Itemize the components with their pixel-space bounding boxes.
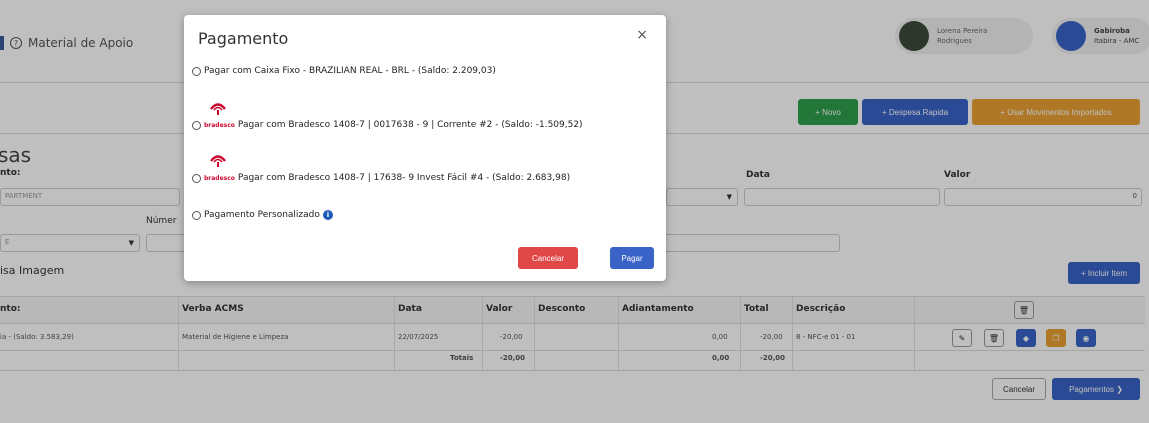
- option-label: Pagar com Bradesco 1408-7 | 0017638 - 9 …: [237, 120, 583, 130]
- modal-cancelar-button[interactable]: Cancelar: [518, 247, 578, 269]
- payment-option-caixa[interactable]: Pagar com Caixa Fixo - BRAZILIAN REAL - …: [192, 66, 496, 76]
- radio-button[interactable]: [192, 66, 201, 76]
- modal-title: Pagamento: [198, 29, 289, 48]
- bradesco-logo-icon: [210, 103, 226, 115]
- pagar-button[interactable]: Pagar: [610, 247, 654, 269]
- radio-button[interactable]: [192, 210, 201, 220]
- payment-modal: Pagamento × Pagar com Caixa Fixo - BRAZI…: [184, 15, 666, 281]
- payment-option-bradesco-corrente[interactable]: bradesco Pagar com Bradesco 1408-7 | 001…: [192, 120, 583, 130]
- option-label: Pagar com Caixa Fixo - BRAZILIAN REAL - …: [204, 66, 496, 76]
- payment-option-bradesco-invest[interactable]: bradesco Pagar com Bradesco 1408-7 | 176…: [192, 173, 570, 183]
- payment-option-personalizado[interactable]: Pagamento Personalizado i: [192, 210, 333, 220]
- radio-button[interactable]: [192, 173, 201, 183]
- bradesco-label: bradesco: [204, 121, 235, 129]
- bradesco-logo-icon: [210, 155, 226, 167]
- info-icon[interactable]: i: [322, 210, 333, 220]
- bradesco-label: bradesco: [204, 174, 235, 182]
- radio-button[interactable]: [192, 120, 201, 130]
- close-icon[interactable]: ×: [636, 27, 648, 43]
- option-label: Pagamento Personalizado: [204, 210, 320, 220]
- option-label: Pagar com Bradesco 1408-7 | 17638- 9 Inv…: [237, 173, 571, 183]
